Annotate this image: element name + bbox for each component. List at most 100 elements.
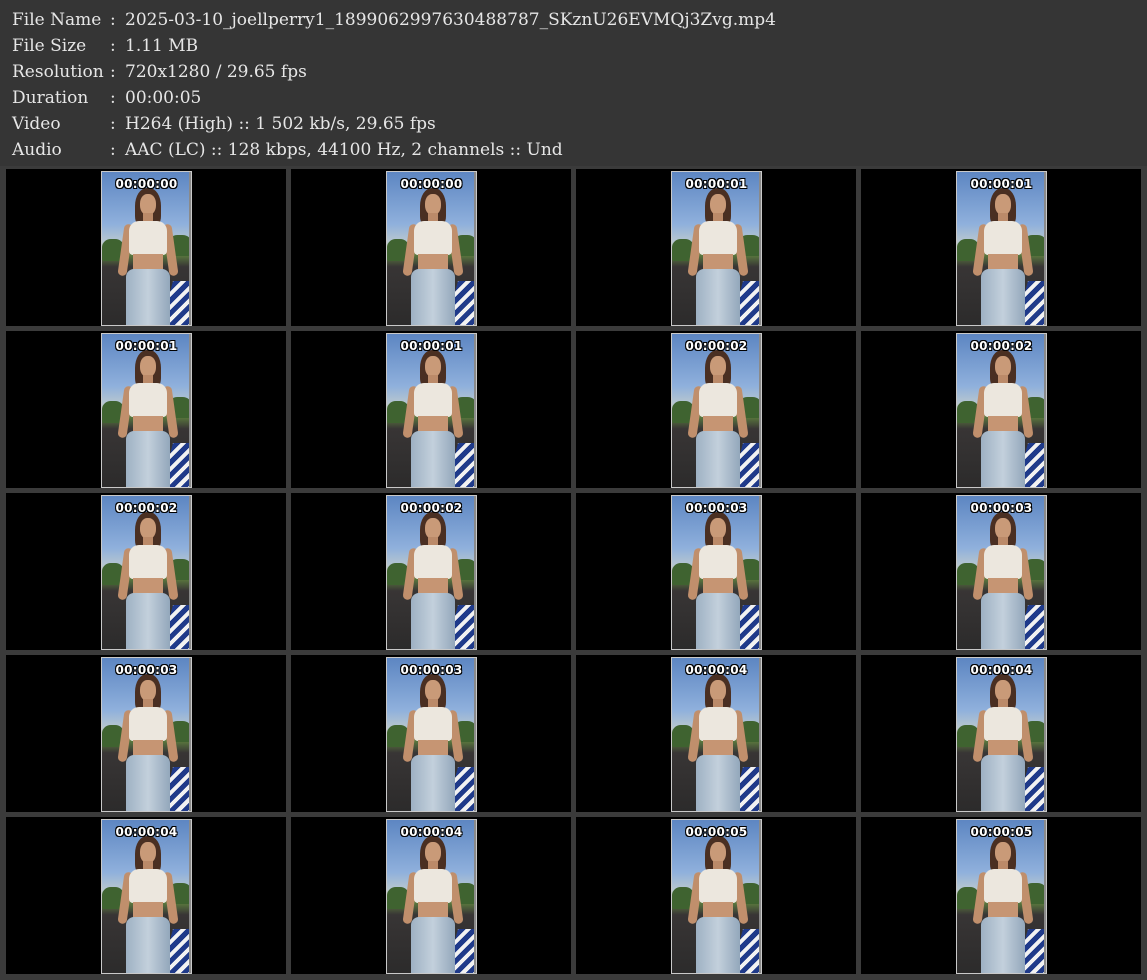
thumbnail-cell: 00:00:05 bbox=[861, 817, 1141, 974]
figure-top bbox=[129, 707, 167, 741]
thumbnail-cell: 00:00:01 bbox=[291, 331, 571, 488]
thumbnail-cell: 00:00:05 bbox=[576, 817, 856, 974]
figure-jeans bbox=[981, 755, 1025, 811]
info-separator: : bbox=[110, 88, 116, 108]
thumbnail-cell: 00:00:04 bbox=[291, 817, 571, 974]
figure-top bbox=[984, 869, 1022, 903]
thumbnail-timestamp: 00:00:03 bbox=[400, 663, 463, 677]
thumbnail-cell: 00:00:01 bbox=[6, 331, 286, 488]
figure-jeans bbox=[411, 917, 455, 973]
video-frame-thumbnail: 00:00:03 bbox=[101, 657, 192, 812]
figure-top bbox=[699, 383, 737, 417]
figure-top bbox=[414, 221, 452, 255]
frame-edge bbox=[759, 658, 761, 811]
figure-face bbox=[710, 842, 726, 863]
frame-edge bbox=[1044, 658, 1046, 811]
thumbnail-timestamp: 00:00:02 bbox=[685, 339, 748, 353]
figure-top bbox=[984, 221, 1022, 255]
figure-top bbox=[699, 545, 737, 579]
thumbnail-cell: 00:00:02 bbox=[576, 331, 856, 488]
info-key: File Name bbox=[12, 10, 102, 30]
figure-top bbox=[129, 383, 167, 417]
frame-edge bbox=[1044, 334, 1046, 487]
figure-face bbox=[710, 194, 726, 215]
figure-jeans bbox=[981, 269, 1025, 325]
thumbnail-timestamp: 00:00:05 bbox=[685, 825, 748, 839]
info-separator: : bbox=[110, 36, 116, 56]
thumbnail-cell: 00:00:03 bbox=[6, 655, 286, 812]
figure-top bbox=[984, 383, 1022, 417]
figure-jeans bbox=[126, 431, 170, 487]
info-value: AAC (LC) :: 128 kbps, 44100 Hz, 2 channe… bbox=[125, 140, 563, 160]
video-frame-thumbnail: 00:00:01 bbox=[671, 171, 762, 326]
figure-face bbox=[140, 680, 156, 701]
thumbnail-cell: 00:00:00 bbox=[291, 169, 571, 326]
figure-top bbox=[129, 869, 167, 903]
thumbnail-cell: 00:00:02 bbox=[6, 493, 286, 650]
thumbnail-timestamp: 00:00:03 bbox=[115, 663, 178, 677]
thumbnail-cell: 00:00:04 bbox=[6, 817, 286, 974]
frame-edge bbox=[759, 820, 761, 973]
thumbnail-timestamp: 00:00:00 bbox=[400, 177, 463, 191]
figure-top bbox=[699, 707, 737, 741]
thumbnail-cell: 00:00:02 bbox=[861, 331, 1141, 488]
figure-jeans bbox=[411, 269, 455, 325]
frame-edge bbox=[474, 820, 476, 973]
thumbnail-timestamp: 00:00:02 bbox=[400, 501, 463, 515]
video-frame-thumbnail: 00:00:04 bbox=[101, 819, 192, 974]
thumbnail-grid: 00:00:00 00:00:00 00:00:01 00:00:01 00:00:01… bbox=[0, 166, 1147, 980]
frame-edge bbox=[474, 658, 476, 811]
figure-jeans bbox=[981, 917, 1025, 973]
figure-face bbox=[995, 680, 1011, 701]
figure-face bbox=[425, 194, 441, 215]
figure-top bbox=[129, 545, 167, 579]
video-frame-thumbnail: 00:00:02 bbox=[386, 495, 477, 650]
figure-face bbox=[995, 518, 1011, 539]
info-separator: : bbox=[110, 10, 116, 30]
figure-face bbox=[995, 356, 1011, 377]
figure-face bbox=[140, 356, 156, 377]
frame-edge bbox=[474, 496, 476, 649]
thumbnail-cell: 00:00:00 bbox=[6, 169, 286, 326]
thumbnail-timestamp: 00:00:04 bbox=[115, 825, 178, 839]
figure-jeans bbox=[696, 755, 740, 811]
info-separator: : bbox=[110, 114, 116, 134]
info-value: 1.11 MB bbox=[125, 36, 199, 56]
thumbnail-cell: 00:00:04 bbox=[576, 655, 856, 812]
thumbnail-timestamp: 00:00:04 bbox=[400, 825, 463, 839]
thumbnail-cell: 00:00:03 bbox=[861, 493, 1141, 650]
video-frame-thumbnail: 00:00:00 bbox=[386, 171, 477, 326]
figure-face bbox=[995, 842, 1011, 863]
thumbnail-cell: 00:00:02 bbox=[291, 493, 571, 650]
figure-top bbox=[414, 707, 452, 741]
figure-face bbox=[710, 356, 726, 377]
thumbnail-cell: 00:00:03 bbox=[576, 493, 856, 650]
thumbnail-timestamp: 00:00:01 bbox=[400, 339, 463, 353]
figure-jeans bbox=[411, 755, 455, 811]
thumbnail-timestamp: 00:00:05 bbox=[970, 825, 1033, 839]
video-frame-thumbnail: 00:00:05 bbox=[671, 819, 762, 974]
figure-top bbox=[414, 869, 452, 903]
info-value: 00:00:05 bbox=[125, 88, 202, 108]
video-frame-thumbnail: 00:00:02 bbox=[671, 333, 762, 488]
figure-jeans bbox=[411, 593, 455, 649]
video-frame-thumbnail: 00:00:03 bbox=[956, 495, 1047, 650]
figure-face bbox=[140, 518, 156, 539]
frame-edge bbox=[1044, 172, 1046, 325]
figure-face bbox=[710, 680, 726, 701]
figure-jeans bbox=[126, 755, 170, 811]
thumbnail-timestamp: 00:00:02 bbox=[970, 339, 1033, 353]
figure-jeans bbox=[981, 593, 1025, 649]
video-frame-thumbnail: 00:00:03 bbox=[671, 495, 762, 650]
info-key: Duration bbox=[12, 88, 89, 108]
frame-edge bbox=[1044, 496, 1046, 649]
thumbnail-timestamp: 00:00:01 bbox=[115, 339, 178, 353]
thumbnail-timestamp: 00:00:04 bbox=[685, 663, 748, 677]
video-frame-thumbnail: 00:00:04 bbox=[386, 819, 477, 974]
thumbnail-timestamp: 00:00:01 bbox=[685, 177, 748, 191]
figure-top bbox=[414, 545, 452, 579]
figure-face bbox=[425, 518, 441, 539]
thumbnail-timestamp: 00:00:00 bbox=[115, 177, 178, 191]
figure-face bbox=[140, 194, 156, 215]
video-frame-thumbnail: 00:00:02 bbox=[956, 333, 1047, 488]
